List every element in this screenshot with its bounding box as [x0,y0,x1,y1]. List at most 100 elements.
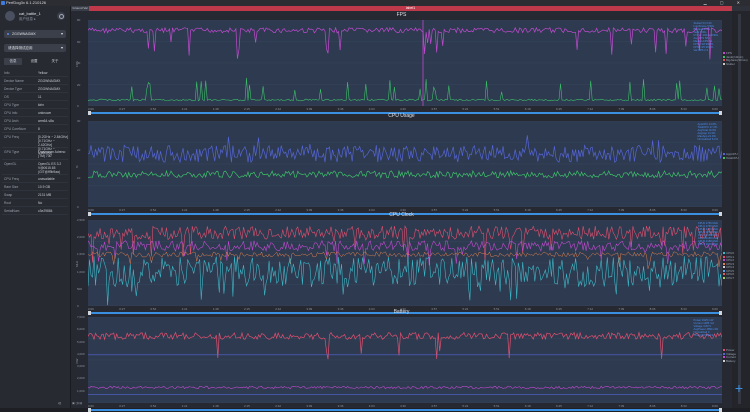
bottom-toolbar-icons[interactable]: ▣ ◫ ▤ [72,401,82,405]
info-value: kirin [38,103,44,107]
user-info-link[interactable]: 用户信息 ▸ [19,17,36,22]
info-row: CPU Typekirin [2,101,68,109]
legend-swatch-icon [723,153,725,155]
chart-title: Battery [71,309,732,315]
device-status-icon [7,33,9,35]
info-value: 2131 MB [38,193,51,197]
tab-settings[interactable]: 设置 [25,58,43,65]
chart-panel-battery: BatterymW7,0006,0005,0004,0003,0002,0001… [71,309,732,409]
legend-item[interactable]: CPU7 [723,277,734,281]
x-tick-label: 4:57 [431,404,437,408]
x-tick-label: 2:15 [244,404,250,408]
device-select[interactable]: ZGGWNAGMX ▾ [4,30,66,38]
gear-icon [59,14,64,19]
info-key: CPU Arch [4,119,18,123]
legend-item[interactable]: TotalCPU [723,157,739,161]
x-tick-label: 9:00 [712,404,718,408]
legend-swatch-icon [723,252,725,254]
info-row: OS11 [2,93,68,101]
info-row: CPU Freq[0-2GHz ~ 2.84GHz] [0.71GHz ~ 2.… [2,133,68,148]
x-tick-label: 6:18 [525,404,531,408]
x-tick-label: 9:00 [712,107,718,111]
legend-swatch-icon [723,157,725,159]
info-row: OpenGLOpenGL ES 3.2 V@0615.65 (GIT@ff9b9… [2,160,68,175]
chart-title: FPS [71,12,732,18]
app-select-value: 请选择测试应用 [8,46,33,51]
x-tick-label: 7:12 [587,404,593,408]
legend-label: Stutter [726,62,735,66]
x-tick-label: 4:30 [400,107,406,111]
y-tick-label: 20 [77,148,80,152]
tab-info[interactable]: 信息 [4,58,22,65]
collapse-sidebar-icon[interactable]: « [58,401,61,407]
info-key: Device Type [4,87,22,91]
legend-item[interactable]: Battery [723,360,736,364]
legend-label: TotalCPU [726,156,739,160]
y-tick-label: 500 [77,287,82,291]
x-tick-label: 2:42 [275,404,281,408]
info-key: CPU CoreNum [4,127,26,131]
y-axis-label: MHz [75,261,79,267]
x-tick-label: 8:33 [681,107,687,111]
device-select-value: ZGGWNAGMX [12,32,36,36]
y-tick-label: 1,000 [77,389,85,393]
tab-ground-val[interactable]: Ground Val [71,6,89,11]
info-value: c3e29884 [38,209,52,213]
info-key: Info [4,71,10,75]
x-tick-label: 4:03 [369,107,375,111]
y-tick-label: 0 [77,104,79,108]
scrollbar-thumb[interactable] [738,14,741,404]
legend-swatch-icon [723,349,725,351]
legend-swatch-icon [723,270,725,272]
plot-area[interactable] [88,121,722,207]
y-tick-label: 3,000 [77,364,85,368]
x-tick-label: 4:57 [431,107,437,111]
y-tick-label: 0 [77,304,79,308]
chart-legend: CPU0CPU1CPU2CPU3CPU4CPU5CPU6CPU7 [723,252,734,280]
info-value: unavailable [38,177,55,181]
stats-line: CPU7 2600 MHz [698,243,718,246]
info-row: CPU Archarm64-v8a [2,117,68,125]
info-key: CPU Freq [4,177,19,181]
plot-area[interactable] [88,220,722,306]
slider-handle-right[interactable] [719,408,722,412]
plot-area[interactable] [88,20,722,106]
plot-area[interactable] [88,317,722,403]
avatar[interactable] [5,11,15,21]
stats-tooltip: Stutter(%) 0.06InterFrame 5/30sBigJank 1… [694,22,718,52]
settings-button[interactable] [57,12,65,20]
series-line [88,28,722,60]
legend-swatch-icon [723,266,725,268]
x-tick-label: 7:12 [587,107,593,111]
info-row: Device NameZGGWNAGMX [2,77,68,85]
y-tick-label: 60 [77,40,80,44]
add-chart-button[interactable]: + [733,382,745,394]
slider-handle-left[interactable] [88,408,91,412]
label-header: label1 [89,6,732,11]
info-row: CPU Freq unavailable [2,175,68,183]
chart-legend: FPSJank(/10min)BigJank(/10min)Stutter [723,52,748,66]
legend-swatch-icon [723,360,725,362]
y-tick-label: 40 [77,61,80,65]
y-tick-label: 30 [77,119,80,123]
x-tick-label: 0:54 [150,404,156,408]
legend-item[interactable]: Stutter [723,63,748,67]
app-select[interactable]: 请选择测试应用 ▾ [4,44,66,52]
info-value: 8 [38,127,40,131]
x-tick-label: 6:45 [556,107,562,111]
sidebar: cat_battle_1 用户信息 ▸ ZGGWNAGMX ▾ 请选择测试应用 … [0,6,71,408]
time-range-slider[interactable] [88,409,722,411]
x-tick-label: 1:48 [213,107,219,111]
x-tick-label: 8:06 [650,404,656,408]
stats-line: Var FPS 2.3 [694,49,718,52]
legend-label: Battery [726,359,736,363]
stats-line: Normalized 6.1% [698,138,718,141]
device-info-table: InfoYellowDevice NameZGGWNAGMXDevice Typ… [2,69,68,215]
info-value: 10.9 GB [38,185,50,189]
info-row: Device TypeZGGWNAGMX [2,85,68,93]
tab-about[interactable]: 关于 [46,58,64,65]
x-tick-label: 0:54 [150,107,156,111]
x-tick-label: 7:39 [618,404,624,408]
top-strip: Ground Val label1 [71,6,750,11]
x-tick-label: 5:51 [494,404,500,408]
